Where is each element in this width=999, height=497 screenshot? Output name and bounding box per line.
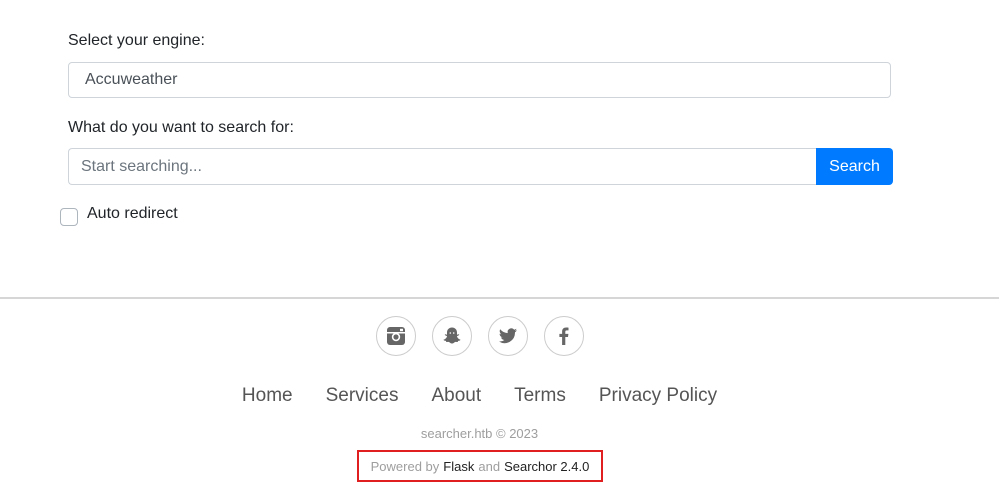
instagram-button[interactable] — [376, 316, 416, 356]
engine-label: Select your engine: — [68, 32, 205, 49]
facebook-icon — [559, 327, 569, 345]
snapchat-icon — [443, 327, 461, 344]
facebook-button[interactable] — [544, 316, 584, 356]
powered-by: Powered by Flask and Searchor 2.4.0 — [357, 450, 603, 482]
query-label: What do you want to search for: — [68, 119, 294, 136]
nav-services[interactable]: Services — [326, 384, 399, 408]
footer-nav: Home Services About Terms Privacy Policy — [0, 384, 959, 408]
social-links — [376, 316, 584, 356]
search-input[interactable] — [68, 148, 817, 185]
footer-divider — [0, 297, 999, 299]
flask-link[interactable]: Flask — [443, 459, 474, 474]
auto-redirect-checkbox[interactable] — [60, 208, 78, 226]
powered-and: and — [478, 458, 501, 474]
copyright: searcher.htb © 2023 — [420, 426, 539, 441]
instagram-icon — [387, 327, 405, 345]
nav-about[interactable]: About — [431, 384, 481, 408]
engine-select[interactable]: Accuweather — [68, 62, 891, 98]
search-button[interactable]: Search — [816, 148, 893, 185]
auto-redirect-label: Auto redirect — [87, 205, 178, 222]
nav-privacy-policy[interactable]: Privacy Policy — [599, 384, 717, 408]
auto-redirect-option[interactable]: Auto redirect — [60, 204, 178, 226]
snapchat-button[interactable] — [432, 316, 472, 356]
twitter-button[interactable] — [488, 316, 528, 356]
nav-home[interactable]: Home — [242, 384, 293, 408]
twitter-icon — [499, 328, 517, 344]
nav-terms[interactable]: Terms — [514, 384, 566, 408]
searchor-link[interactable]: Searchor 2.4.0 — [504, 459, 589, 474]
powered-prefix: Powered by — [370, 458, 440, 474]
